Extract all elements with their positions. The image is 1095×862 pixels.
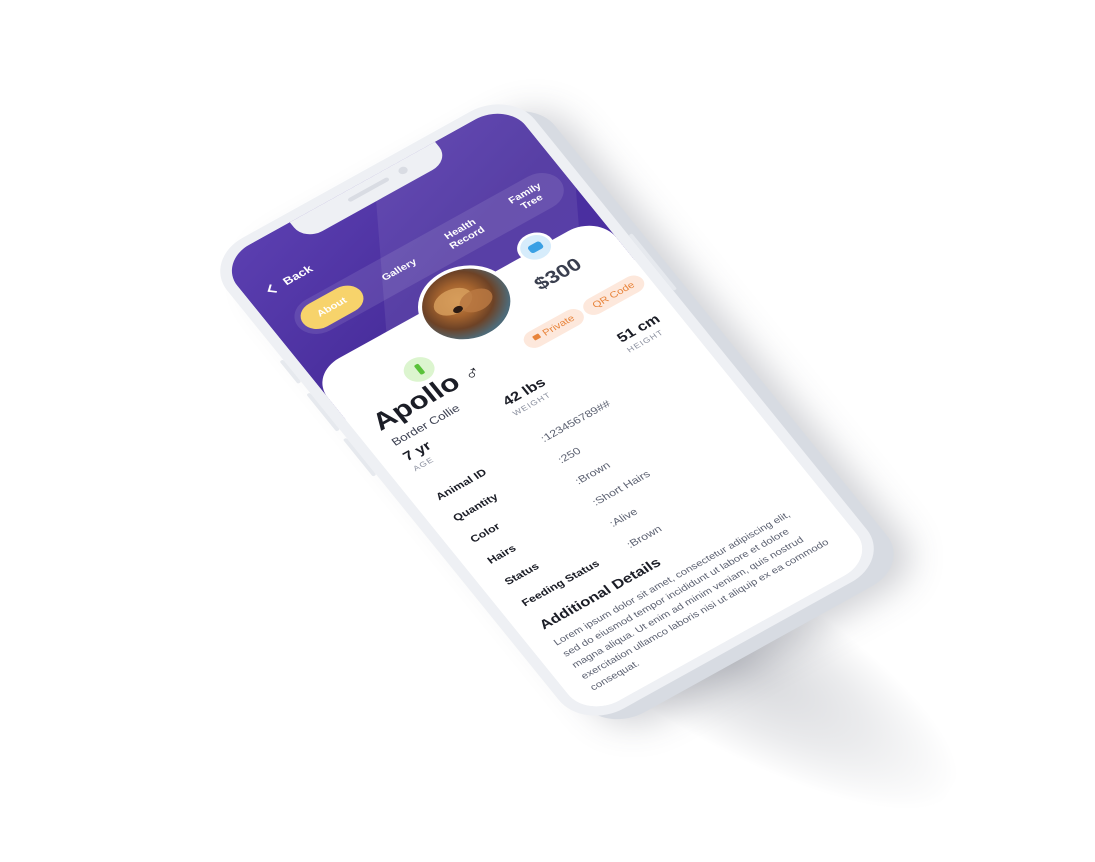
- detail-value: :250: [555, 444, 584, 466]
- car-icon: [526, 240, 545, 254]
- front-camera: [396, 165, 410, 176]
- mockup-scene: Back About Gallery Health Record Family …: [0, 0, 1095, 862]
- chevron-left-icon: [267, 284, 279, 293]
- mute-switch: [279, 359, 302, 384]
- pencil-icon: [413, 363, 426, 376]
- lock-icon: [531, 333, 542, 341]
